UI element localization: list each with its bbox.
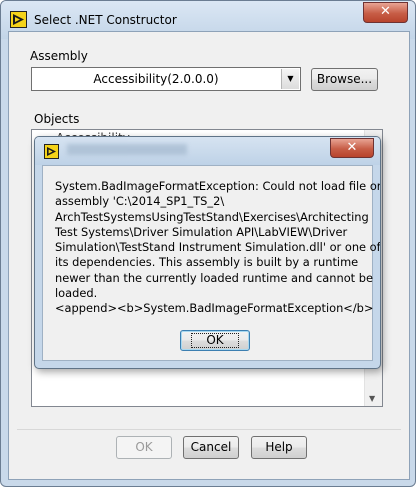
ok-button[interactable]: OK — [116, 436, 172, 459]
assembly-dropdown[interactable]: Accessibility(2.0.0.0) ▼ — [31, 67, 301, 91]
error-dialog-title-bar[interactable] — [35, 137, 380, 165]
scroll-down-icon[interactable]: ▼ — [369, 394, 375, 403]
error-message: System.BadImageFormatException: Could no… — [55, 179, 381, 316]
help-button[interactable]: Help — [251, 436, 307, 459]
cancel-button[interactable]: Cancel — [183, 436, 239, 459]
chevron-down-icon[interactable]: ▼ — [281, 69, 299, 89]
assembly-selected-value: Accessibility(2.0.0.0) — [93, 72, 219, 86]
error-dialog-close-button[interactable]: ✕ — [330, 138, 374, 158]
footer-divider — [17, 429, 401, 430]
browse-button[interactable]: Browse... — [311, 68, 378, 91]
close-icon: ✕ — [346, 140, 358, 155]
error-dialog-body: System.BadImageFormatException: Could no… — [42, 165, 381, 361]
labview-icon — [44, 144, 59, 159]
select-dotnet-constructor-window: Select .NET Constructor ✕ Assembly Acces… — [0, 0, 416, 487]
error-dialog-title-obscured — [67, 144, 187, 155]
error-ok-button[interactable]: OK — [180, 330, 250, 351]
window-title: Select .NET Constructor — [34, 13, 177, 27]
close-icon: ✕ — [380, 4, 391, 19]
labview-icon — [10, 11, 27, 28]
window-close-button[interactable]: ✕ — [363, 2, 408, 23]
objects-label: Objects — [34, 112, 80, 126]
error-dialog: ✕ System.BadImageFormatException: Could … — [34, 136, 381, 369]
assembly-label: Assembly — [30, 49, 88, 63]
error-ok-label: OK — [191, 333, 239, 348]
